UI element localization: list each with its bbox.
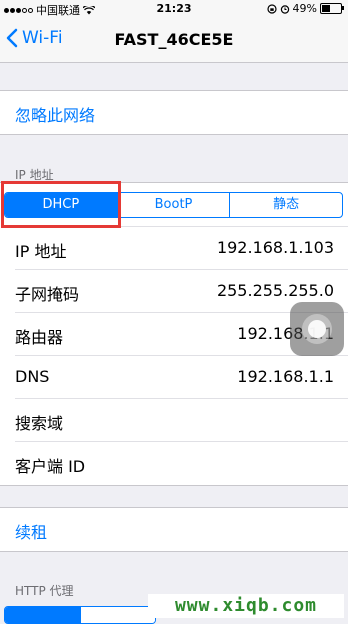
proxy-segment[interactable] [79, 607, 155, 623]
row-label: IP 地址 [15, 242, 67, 261]
ip-mode-segment-row: DHCP BootP 静态 [0, 183, 348, 227]
assistive-touch-dot [308, 320, 326, 338]
forget-network-button[interactable]: 忽略此网络 [0, 91, 348, 134]
navigation-bar: Wi-Fi FAST_46CE5E [0, 18, 348, 63]
row-value: 192.168.1.1 [237, 367, 334, 386]
row-label: 子网掩码 [15, 285, 80, 304]
alarm-icon [280, 4, 289, 14]
ip-mode-segmented-control: DHCP BootP 静态 [4, 192, 343, 218]
proxy-segment-selected[interactable] [5, 607, 80, 623]
row-search-domain[interactable]: 搜索域 [0, 399, 348, 442]
watermark: www.xiqb.com [148, 594, 344, 618]
battery-icon [320, 3, 344, 14]
row-label: 搜索域 [15, 414, 64, 433]
row-label: 路由器 [15, 328, 64, 347]
rotation-lock-icon [266, 3, 277, 14]
assistive-touch-button[interactable] [290, 302, 344, 356]
row-label: 客户端 ID [15, 457, 86, 476]
row-value: 192.168.1.103 [216, 238, 334, 257]
segment-static[interactable]: 静态 [230, 193, 342, 217]
status-right: 49% [266, 2, 344, 15]
row-label: DNS [15, 367, 50, 386]
battery-level-fill [322, 5, 330, 12]
row-ip-address: IP 地址 192.168.1.103 [0, 227, 348, 270]
row-value: 255.255.255.0 [216, 281, 334, 300]
segment-dhcp[interactable]: DHCP [5, 193, 118, 217]
battery-percent: 49% [292, 2, 317, 15]
forget-network-label: 忽略此网络 [15, 106, 96, 125]
forget-network-group: 忽略此网络 [0, 90, 348, 135]
segment-bootp[interactable]: BootP [118, 193, 231, 217]
ip-section-header: IP 地址 [15, 168, 54, 182]
status-bar: 中国联通 21:23 49% [0, 0, 348, 18]
renew-lease-button[interactable]: 续租 [0, 508, 348, 551]
proxy-segmented-control[interactable] [4, 606, 156, 624]
row-dns[interactable]: DNS 192.168.1.1 [0, 356, 348, 399]
row-client-id[interactable]: 客户端 ID [0, 442, 348, 485]
page-title: FAST_46CE5E [114, 30, 234, 49]
renew-lease-label: 续租 [15, 523, 48, 542]
renew-lease-group: 续租 [0, 507, 348, 552]
http-proxy-header: HTTP 代理 [15, 584, 74, 598]
